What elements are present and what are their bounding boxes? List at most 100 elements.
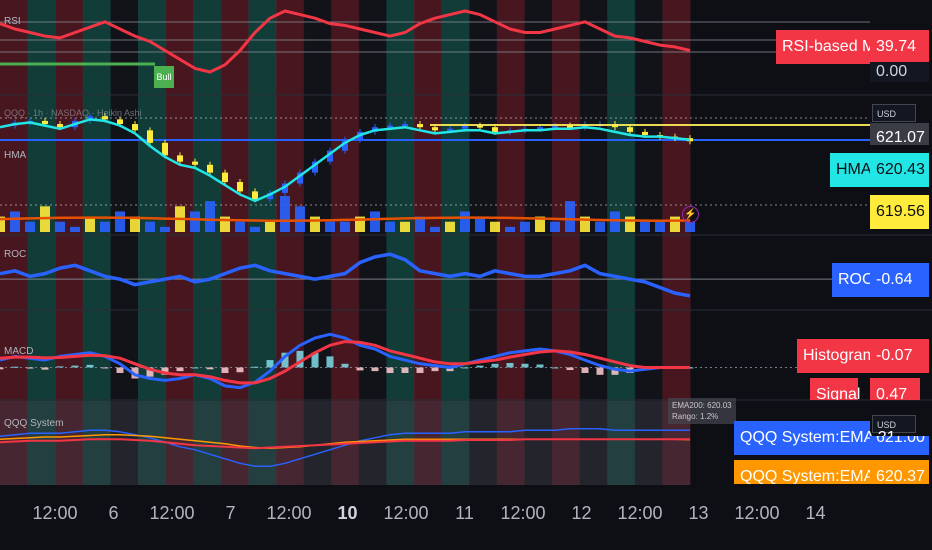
candle-body [627, 127, 633, 132]
candle-body [147, 130, 153, 143]
roc-value-tag: -0.64 [870, 263, 929, 297]
volume-bar [70, 226, 80, 232]
volume-bar [205, 201, 215, 232]
candle-body [42, 120, 48, 125]
time-axis-tick: 12:00 [617, 503, 663, 523]
volume-bar [385, 221, 395, 232]
candle-body [162, 142, 168, 156]
time-axis-tick: 12:00 [32, 503, 78, 523]
volume-bar [370, 211, 380, 232]
time-axis-tick: 7 [225, 503, 236, 523]
time-axis-tick: 11 [455, 503, 474, 523]
candle-body [462, 125, 468, 129]
histogram-bar [491, 363, 499, 368]
symbol-legend: QQQ · 1h · NASDAQ · Heikin Ashi [4, 108, 142, 118]
rsi-ma-name-tag: RSI-based MA [776, 30, 886, 64]
hma-value-tag: 620.43 [870, 153, 929, 187]
histogram-bar [221, 367, 229, 373]
volume-bar [325, 221, 335, 232]
volume-bar [295, 206, 305, 232]
histogram-bar [581, 367, 589, 373]
lightning-icon[interactable]: ⚡ [682, 206, 699, 223]
ema50-value-tag: 620.37 [870, 460, 929, 484]
bull-signal-badge: Bull [154, 66, 174, 88]
histogram-bar [26, 367, 34, 369]
histogram-bar [326, 356, 334, 368]
histogram-bar [116, 367, 124, 373]
histogram-bar [356, 367, 364, 371]
ema21-name-tag: QQQ System:EMA 21 [734, 421, 896, 455]
volume-bar [490, 221, 500, 232]
histogram-bar [206, 367, 214, 370]
candle-body [417, 124, 423, 128]
volume-bar [10, 211, 20, 232]
volume-bar [250, 226, 260, 232]
ema50-tag-clip: QQQ System:EMA 50 620.37 [730, 460, 930, 484]
volume-bar [460, 211, 470, 232]
candle-body [192, 161, 198, 165]
signal-value-tag: 0.47 [870, 378, 920, 400]
candle-body [117, 119, 123, 125]
ema200-note-line2: Rango: 1.2% [672, 412, 719, 421]
histogram-bar [461, 367, 469, 369]
signal-tag-clip: Signal 0.47 [810, 378, 920, 400]
volume-bar [445, 221, 455, 232]
volume-bar [595, 221, 605, 232]
histogram-bar [536, 364, 544, 368]
histogram-bar [71, 365, 79, 368]
ema21-value-clip: 621.00 [870, 436, 929, 455]
candle-body [222, 172, 228, 182]
ema200-note-line1: EMA200: 620.03 [672, 401, 732, 410]
last-price-tag: 619.56 [870, 195, 929, 229]
ema21-value-tag: 621.00 [870, 436, 929, 455]
time-axis-tick: 12:00 [149, 503, 195, 523]
histogram-bar [191, 367, 199, 369]
volume-bar [565, 201, 575, 232]
histogram-bar [101, 367, 109, 369]
histogram-bar [596, 367, 604, 375]
time-axis-tick: 12:00 [383, 503, 429, 523]
volume-bar [310, 216, 320, 232]
candle-body [177, 155, 183, 162]
candle-body [57, 124, 63, 128]
volume-bar [55, 221, 65, 232]
volume-bar [625, 216, 635, 232]
ema200-note: EMA200: 620.03 Rango: 1.2% [668, 398, 736, 424]
volume-bar [670, 216, 680, 232]
candle-body [132, 124, 138, 131]
roc-name-tag: ROC [832, 263, 874, 297]
ema50-name-tag: QQQ System:EMA 50 [734, 460, 896, 484]
rsi-ma-value-tag: 39.74 [870, 30, 929, 64]
candle-body [492, 127, 498, 132]
macd-pane-label: MACD [4, 346, 34, 357]
time-axis-tick: 10 [337, 503, 358, 523]
rsi-zero-value: 0.00 [870, 62, 929, 82]
currency-badge-main[interactable]: USD [872, 104, 916, 122]
time-axis-tick: 12:00 [266, 503, 312, 523]
histogram-bar [236, 367, 244, 373]
volume-bar [610, 211, 620, 232]
volume-bar [400, 221, 410, 232]
time-axis-tick: 6 [108, 503, 119, 523]
histogram-bar [341, 363, 349, 368]
time-axis-tick: 14 [805, 503, 826, 523]
volume-bar [475, 216, 485, 232]
volume-bar [505, 226, 515, 232]
histogram-bar [386, 367, 394, 373]
time-axis-tick: 12:00 [734, 503, 780, 523]
volume-bar [85, 216, 95, 232]
candle-body [432, 127, 438, 131]
histogram-bar [56, 366, 64, 368]
histogram-bar [431, 367, 439, 372]
hma-name-tag: HMA [830, 153, 872, 187]
volume-bar [145, 221, 155, 232]
volume-bar [280, 196, 290, 232]
rsi-pane-label: RSI [4, 16, 21, 27]
volume-bar [550, 221, 560, 232]
histogram-bar [0, 367, 4, 370]
volume-bar [100, 221, 110, 232]
histogram-bar [476, 365, 484, 368]
histogram-bar [41, 367, 49, 370]
volume-bar [340, 221, 350, 232]
hma-pane-label: HMA [4, 150, 27, 161]
